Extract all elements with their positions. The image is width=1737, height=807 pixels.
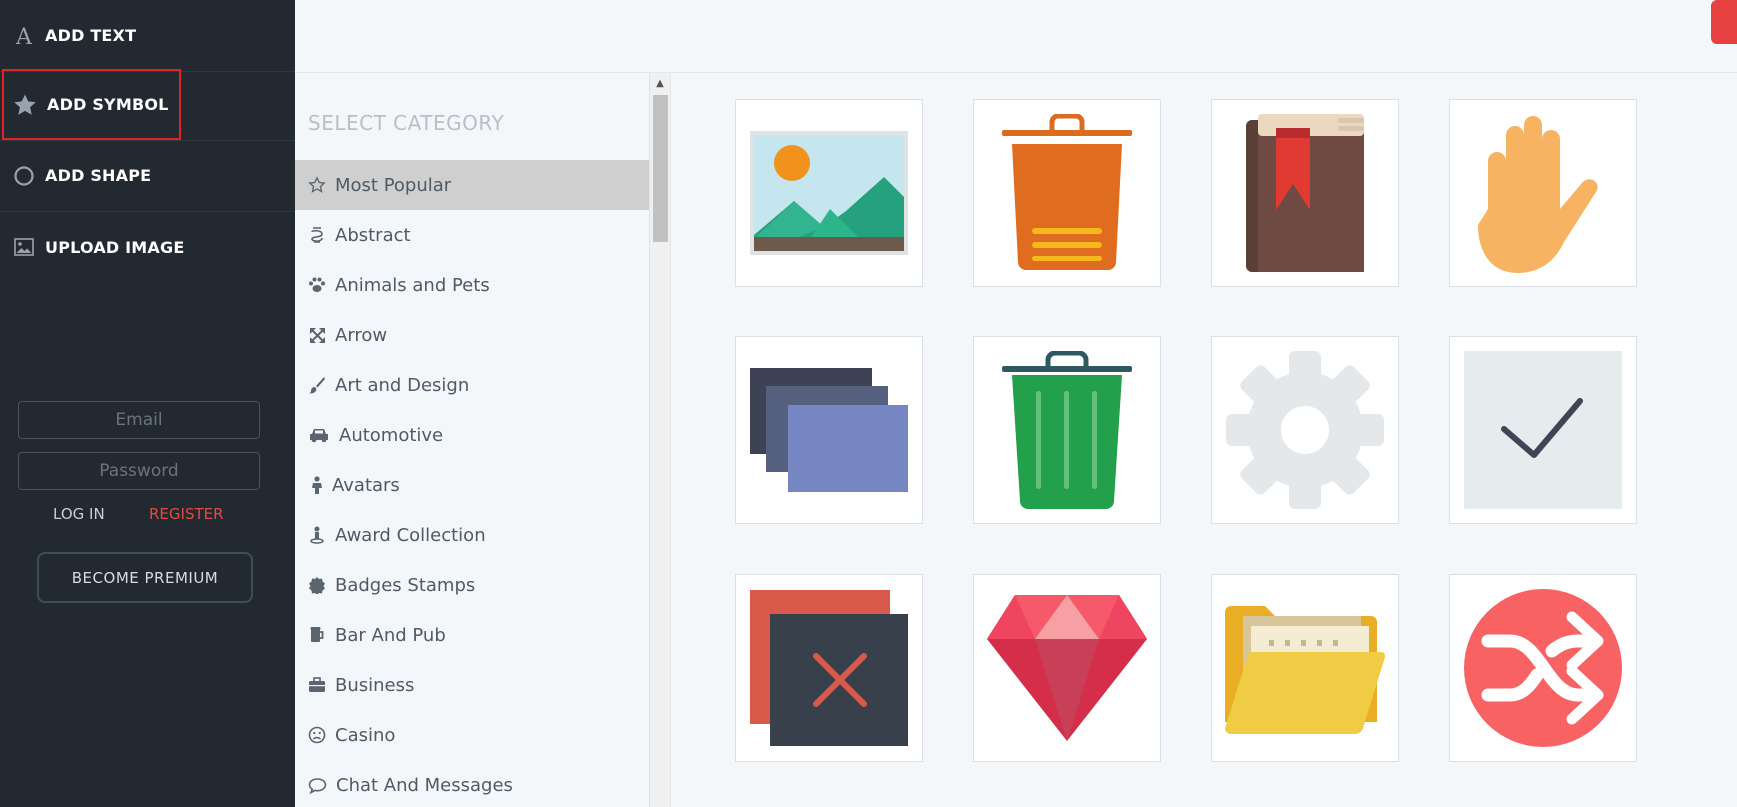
star-icon bbox=[13, 93, 37, 117]
raised-hand-icon bbox=[1478, 116, 1598, 273]
add-text-label: ADD TEXT bbox=[45, 26, 137, 45]
symbol-tile[interactable] bbox=[1211, 336, 1399, 524]
category-automotive[interactable]: Automotive bbox=[295, 410, 649, 460]
arrows-expand-icon bbox=[307, 325, 327, 345]
add-symbol-tool[interactable]: ADD SYMBOL bbox=[0, 69, 295, 141]
text-icon: A bbox=[12, 24, 36, 48]
symbol-tile[interactable] bbox=[1449, 99, 1637, 287]
top-toolbar bbox=[295, 0, 1737, 73]
paw-icon bbox=[307, 275, 327, 295]
open-folder-icon bbox=[1225, 606, 1385, 734]
category-label: Avatars bbox=[332, 474, 400, 496]
category-panel-title: SELECT CATEGORY bbox=[308, 111, 505, 135]
category-bar-and-pub[interactable]: Bar And Pub bbox=[295, 610, 649, 660]
green-trash-can-icon bbox=[1002, 351, 1132, 509]
bookmarked-book-icon bbox=[1246, 114, 1364, 272]
email-field[interactable] bbox=[18, 401, 260, 439]
category-animals-and-pets[interactable]: Animals and Pets bbox=[295, 260, 649, 310]
add-symbol-label: ADD SYMBOL bbox=[47, 95, 169, 114]
upload-image-label: UPLOAD IMAGE bbox=[45, 237, 185, 257]
svg-text:A: A bbox=[15, 25, 33, 47]
category-label: Automotive bbox=[339, 424, 444, 446]
symbol-tile[interactable] bbox=[735, 99, 923, 287]
add-shape-tool[interactable]: ADD SHAPE bbox=[0, 140, 295, 212]
upload-image-tool[interactable]: UPLOAD IMAGE bbox=[0, 211, 295, 283]
beer-icon bbox=[307, 625, 327, 645]
scroll-up-arrow-icon[interactable]: ▲ bbox=[650, 73, 670, 93]
symbol-tile[interactable] bbox=[973, 99, 1161, 287]
category-label: Chat And Messages bbox=[336, 774, 513, 796]
symbol-tile[interactable] bbox=[1449, 336, 1637, 524]
login-link[interactable]: LOG IN bbox=[53, 505, 105, 523]
category-business[interactable]: Business bbox=[295, 660, 649, 710]
symbol-tile[interactable] bbox=[1449, 574, 1637, 762]
car-icon bbox=[307, 425, 331, 445]
category-badges-stamps[interactable]: Badges Stamps bbox=[295, 560, 649, 610]
category-abstract[interactable]: Abstract bbox=[295, 210, 649, 260]
shuffle-icon bbox=[1464, 589, 1622, 747]
symbol-grid bbox=[670, 73, 1737, 807]
stacked-windows-icon bbox=[750, 368, 908, 492]
category-label: Business bbox=[335, 674, 415, 696]
gear-icon bbox=[1226, 351, 1384, 509]
frown-face-icon bbox=[307, 725, 327, 745]
category-most-popular[interactable]: Most Popular bbox=[295, 160, 649, 210]
top-action-button[interactable] bbox=[1711, 0, 1737, 44]
add-text-tool[interactable]: A ADD TEXT bbox=[0, 0, 295, 72]
category-label: Award Collection bbox=[335, 524, 486, 546]
category-label: Animals and Pets bbox=[335, 274, 490, 296]
symbol-tile[interactable] bbox=[735, 336, 923, 524]
category-avatars[interactable]: Avatars bbox=[295, 460, 649, 510]
category-award-collection[interactable]: Award Collection bbox=[295, 510, 649, 560]
category-label: Abstract bbox=[335, 224, 411, 246]
add-shape-label: ADD SHAPE bbox=[45, 166, 152, 185]
register-link[interactable]: REGISTER bbox=[149, 505, 224, 523]
close-window-icon bbox=[750, 590, 908, 746]
person-icon bbox=[307, 475, 327, 495]
password-field[interactable] bbox=[18, 452, 260, 490]
image-icon bbox=[12, 235, 36, 259]
ruby-gem-icon bbox=[987, 595, 1147, 741]
award-icon bbox=[307, 525, 327, 545]
category-chat-and-messages[interactable]: Chat And Messages bbox=[295, 760, 649, 807]
category-label: Casino bbox=[335, 724, 396, 746]
star-outline-icon bbox=[307, 175, 327, 195]
briefcase-icon bbox=[307, 675, 327, 695]
category-panel: SELECT CATEGORY Most Popular Abstract An… bbox=[295, 73, 649, 807]
badge-icon bbox=[307, 575, 327, 595]
symbol-tile[interactable] bbox=[973, 574, 1161, 762]
chat-bubble-icon bbox=[307, 775, 327, 795]
become-premium-button[interactable]: BECOME PREMIUM bbox=[37, 552, 253, 603]
category-label: Most Popular bbox=[335, 174, 452, 196]
category-label: Art and Design bbox=[335, 374, 470, 396]
category-casino[interactable]: Casino bbox=[295, 710, 649, 760]
checkmark-box-icon bbox=[1464, 351, 1622, 509]
symbol-tile[interactable] bbox=[973, 336, 1161, 524]
circle-icon bbox=[12, 164, 36, 188]
scrollbar-thumb[interactable] bbox=[653, 95, 668, 242]
symbol-tile[interactable] bbox=[735, 574, 923, 762]
orange-trash-can-icon bbox=[1002, 114, 1132, 270]
symbol-tile[interactable] bbox=[1211, 574, 1399, 762]
category-label: Badges Stamps bbox=[335, 574, 476, 596]
category-arrow[interactable]: Arrow bbox=[295, 310, 649, 360]
abstract-icon bbox=[307, 225, 327, 245]
symbol-tile[interactable] bbox=[1211, 99, 1399, 287]
category-scrollbar[interactable]: ▲ bbox=[649, 73, 670, 807]
category-label: Arrow bbox=[335, 324, 388, 346]
tool-sidebar: A ADD TEXT ADD SYMBOL ADD SHAPE UPLOAD I… bbox=[0, 0, 295, 807]
category-label: Bar And Pub bbox=[335, 624, 446, 646]
brush-icon bbox=[307, 375, 327, 395]
category-art-and-design[interactable]: Art and Design bbox=[295, 360, 649, 410]
landscape-picture-icon bbox=[750, 131, 908, 255]
